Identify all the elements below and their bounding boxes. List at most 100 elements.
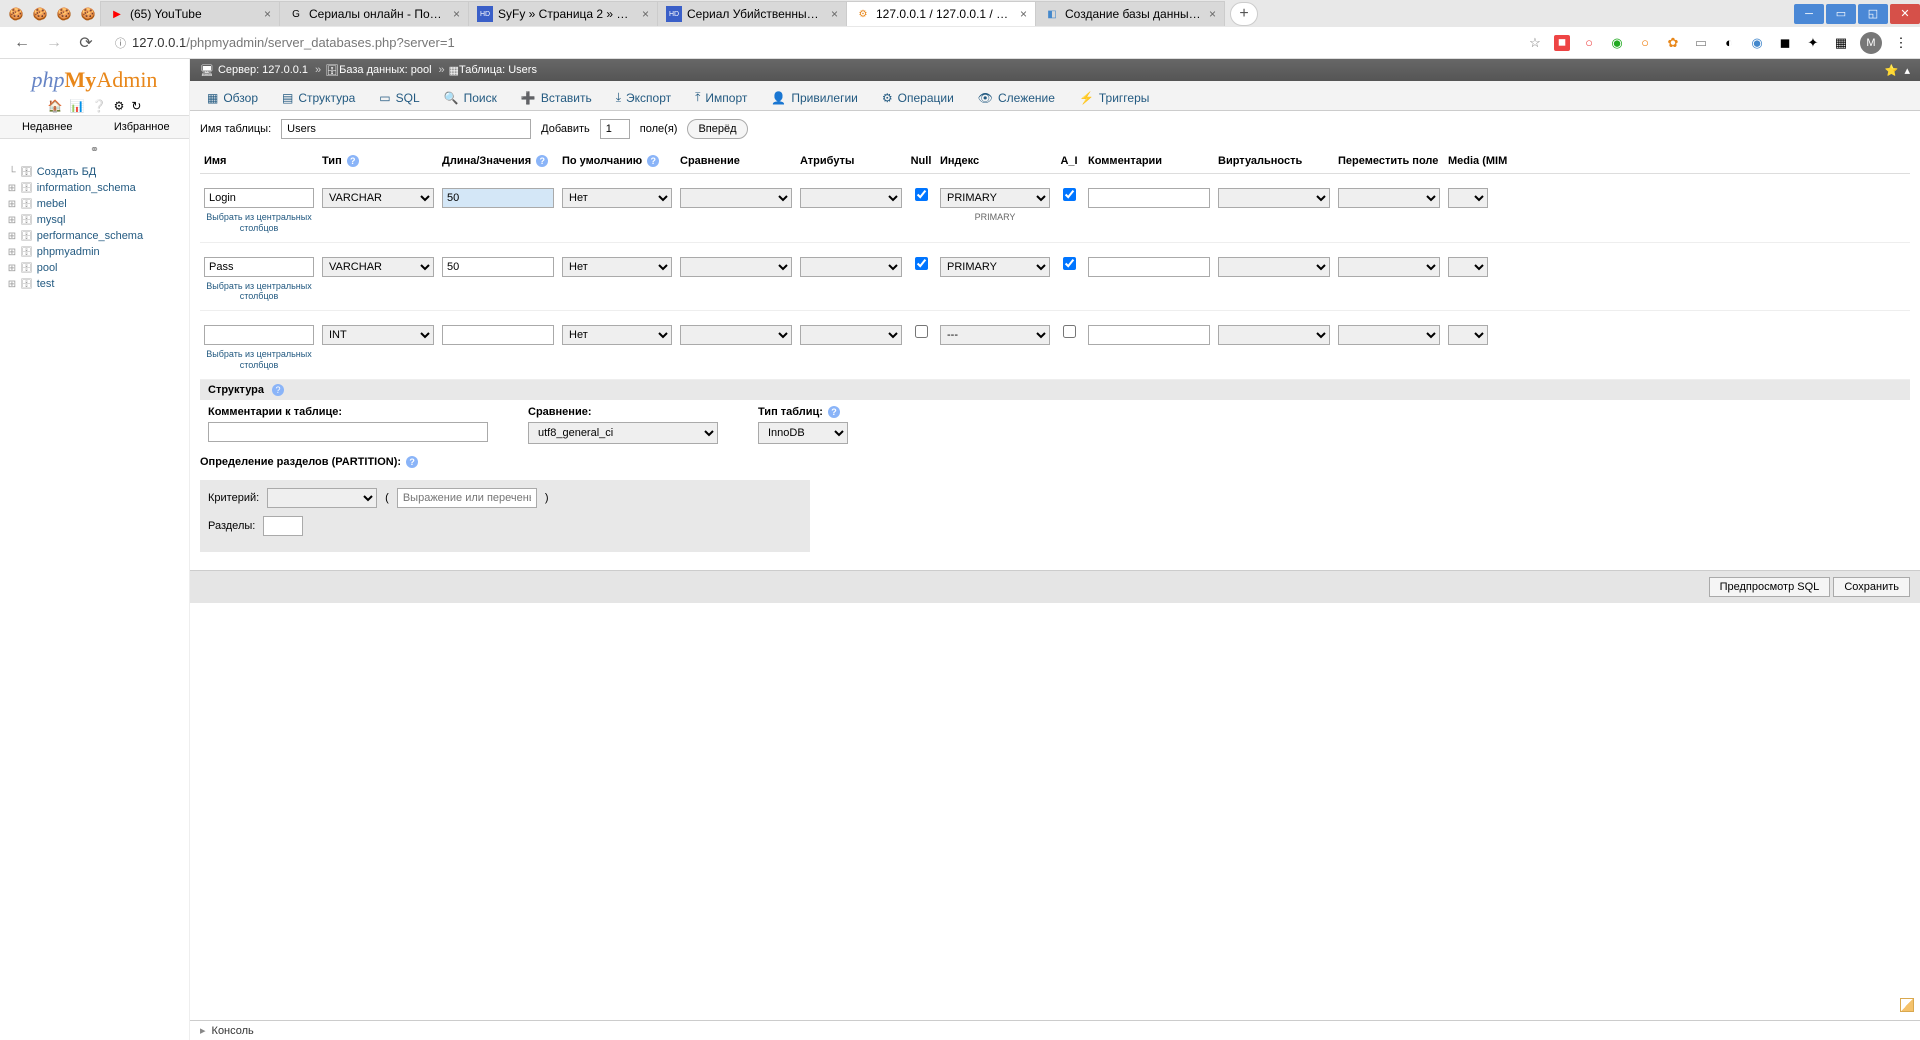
extension-icon[interactable]: ◼ [1776, 34, 1794, 52]
col-media-select[interactable] [1448, 257, 1488, 277]
bookmark-icon[interactable]: ⭐ [1885, 64, 1899, 77]
close-icon[interactable]: × [1020, 7, 1027, 21]
db-tree-item[interactable]: ⊞🗄mysql [0, 212, 189, 228]
help-icon[interactable]: ? [272, 384, 284, 396]
close-icon[interactable]: × [1209, 7, 1216, 21]
pick-central-link[interactable]: Выбрать из центральных столбцов [204, 349, 314, 371]
close-window-button[interactable]: ✕ [1890, 4, 1920, 24]
col-name-input[interactable] [204, 257, 314, 277]
col-attr-select[interactable] [800, 257, 902, 277]
pma-tab[interactable]: 👁Слежение [967, 85, 1066, 110]
table-engine-select[interactable]: InnoDB [758, 422, 848, 444]
extension-icon[interactable]: ▭ [1692, 34, 1710, 52]
col-collation-select[interactable] [680, 325, 792, 345]
breadcrumb-table[interactable]: Users [508, 64, 537, 76]
collapse-icon[interactable]: ▴ [1904, 64, 1910, 77]
new-tab-button[interactable]: + [1230, 2, 1258, 26]
table-name-input[interactable] [281, 119, 531, 139]
extension-icon[interactable]: ✿ [1664, 34, 1682, 52]
home-icon[interactable]: 🏠 [48, 99, 63, 113]
col-virtuality-select[interactable] [1218, 325, 1330, 345]
col-index-select[interactable]: --- [940, 325, 1050, 345]
col-move-select[interactable] [1338, 188, 1440, 208]
browser-tab-active[interactable]: ⚙127.0.0.1 / 127.0.0.1 / pool / Use× [846, 1, 1036, 26]
db-tree-item[interactable]: ⊞🗄performance_schema [0, 228, 189, 244]
pick-central-link[interactable]: Выбрать из центральных столбцов [204, 212, 314, 234]
pma-tab[interactable]: ➕Вставить [510, 85, 603, 110]
add-count-input[interactable] [600, 119, 630, 139]
extension-icon[interactable]: ○ [1580, 34, 1598, 52]
go-button[interactable]: Вперёд [687, 119, 747, 139]
col-default-select[interactable]: Нет [562, 325, 672, 345]
col-ai-checkbox[interactable] [1063, 188, 1076, 201]
help-icon[interactable]: ? [536, 155, 548, 167]
pick-central-link[interactable]: Выбрать из центральных столбцов [204, 281, 314, 303]
col-media-select[interactable] [1448, 188, 1488, 208]
col-length-input[interactable] [442, 325, 554, 345]
browser-tab[interactable]: HDСериал Убийственный класс 1 с× [657, 1, 847, 26]
tab-recent[interactable]: Недавнее [0, 116, 95, 138]
pma-tab[interactable]: 👤Привилегии [760, 85, 869, 110]
col-default-select[interactable]: Нет [562, 257, 672, 277]
col-attr-select[interactable] [800, 188, 902, 208]
menu-icon[interactable]: ⋮ [1892, 34, 1910, 52]
col-default-select[interactable]: Нет [562, 188, 672, 208]
pma-tab[interactable]: ⤒Импорт [684, 84, 758, 110]
maximize-button[interactable]: ◱ [1858, 4, 1888, 24]
col-comment-input[interactable] [1088, 257, 1210, 277]
bookmark-icon[interactable]: ☆ [1526, 34, 1544, 52]
window-button[interactable]: ▭ [1826, 4, 1856, 24]
pma-tab[interactable]: ⚡Триггеры [1068, 85, 1160, 110]
url-field[interactable]: ⓘ 127.0.0.1/phpmyadmin/server_databases.… [106, 29, 1516, 57]
pinned-icon[interactable]: 🍪 [78, 4, 98, 24]
col-attr-select[interactable] [800, 325, 902, 345]
pinned-icon[interactable]: 🍪 [54, 4, 74, 24]
criterion-select[interactable] [267, 488, 377, 508]
docs-icon[interactable]: ❔ [92, 99, 107, 113]
save-button[interactable]: Сохранить [1833, 577, 1910, 597]
col-virtuality-select[interactable] [1218, 188, 1330, 208]
pma-tab[interactable]: ▦Обзор [196, 85, 269, 110]
help-icon[interactable]: ? [347, 155, 359, 167]
db-tree-item[interactable]: ⊞🗄mebel [0, 196, 189, 212]
pma-tab[interactable]: ▤Структура [271, 85, 366, 110]
forward-button[interactable]: → [42, 31, 66, 55]
close-icon[interactable]: × [642, 7, 649, 21]
browser-tab[interactable]: HDSyFy » Страница 2 » Сериалы о× [468, 1, 658, 26]
pma-tab[interactable]: ⤓Экспорт [605, 84, 682, 110]
logout-icon[interactable]: 📊 [70, 99, 85, 113]
preview-sql-button[interactable]: Предпросмотр SQL [1709, 577, 1831, 597]
breadcrumb-db[interactable]: pool [411, 64, 432, 76]
col-virtuality-select[interactable] [1218, 257, 1330, 277]
col-type-select[interactable]: VARCHAR [322, 188, 434, 208]
create-db-link[interactable]: └🗄Создать БД [0, 164, 189, 180]
reload-icon[interactable]: ↻ [131, 99, 141, 113]
reload-button[interactable]: ⟳ [74, 31, 98, 55]
col-comment-input[interactable] [1088, 188, 1210, 208]
extension-icon[interactable]: ◼ [1554, 35, 1570, 51]
pma-tab[interactable]: ⚙Операции [871, 85, 965, 110]
table-collation-select[interactable]: utf8_general_ci [528, 422, 718, 444]
minimize-button[interactable]: ─ [1794, 4, 1824, 24]
db-tree-item[interactable]: ⊞🗄pool [0, 260, 189, 276]
extension-icon[interactable]: ◐ [1720, 34, 1738, 52]
tab-favorite[interactable]: Избранное [95, 116, 190, 138]
db-tree-item[interactable]: ⊞🗄information_schema [0, 180, 189, 196]
col-type-select[interactable]: INT [322, 325, 434, 345]
extension-icon[interactable]: ◉ [1748, 34, 1766, 52]
col-length-input[interactable] [442, 257, 554, 277]
extension-icon[interactable]: ▦ [1832, 34, 1850, 52]
close-icon[interactable]: × [264, 7, 271, 21]
profile-avatar[interactable]: M [1860, 32, 1882, 54]
console-bar[interactable]: ▸ Консоль [190, 1020, 1920, 1040]
close-icon[interactable]: × [831, 7, 838, 21]
pinned-icon[interactable]: 🍪 [30, 4, 50, 24]
col-collation-select[interactable] [680, 257, 792, 277]
col-null-checkbox[interactable] [915, 325, 928, 338]
browser-tab[interactable]: ▶(65) YouTube× [100, 1, 280, 26]
partition-expr-input[interactable] [397, 488, 537, 508]
close-icon[interactable]: × [453, 7, 460, 21]
extension-icon[interactable]: ○ [1636, 34, 1654, 52]
col-move-select[interactable] [1338, 257, 1440, 277]
site-info-icon[interactable]: ⓘ [115, 35, 126, 51]
